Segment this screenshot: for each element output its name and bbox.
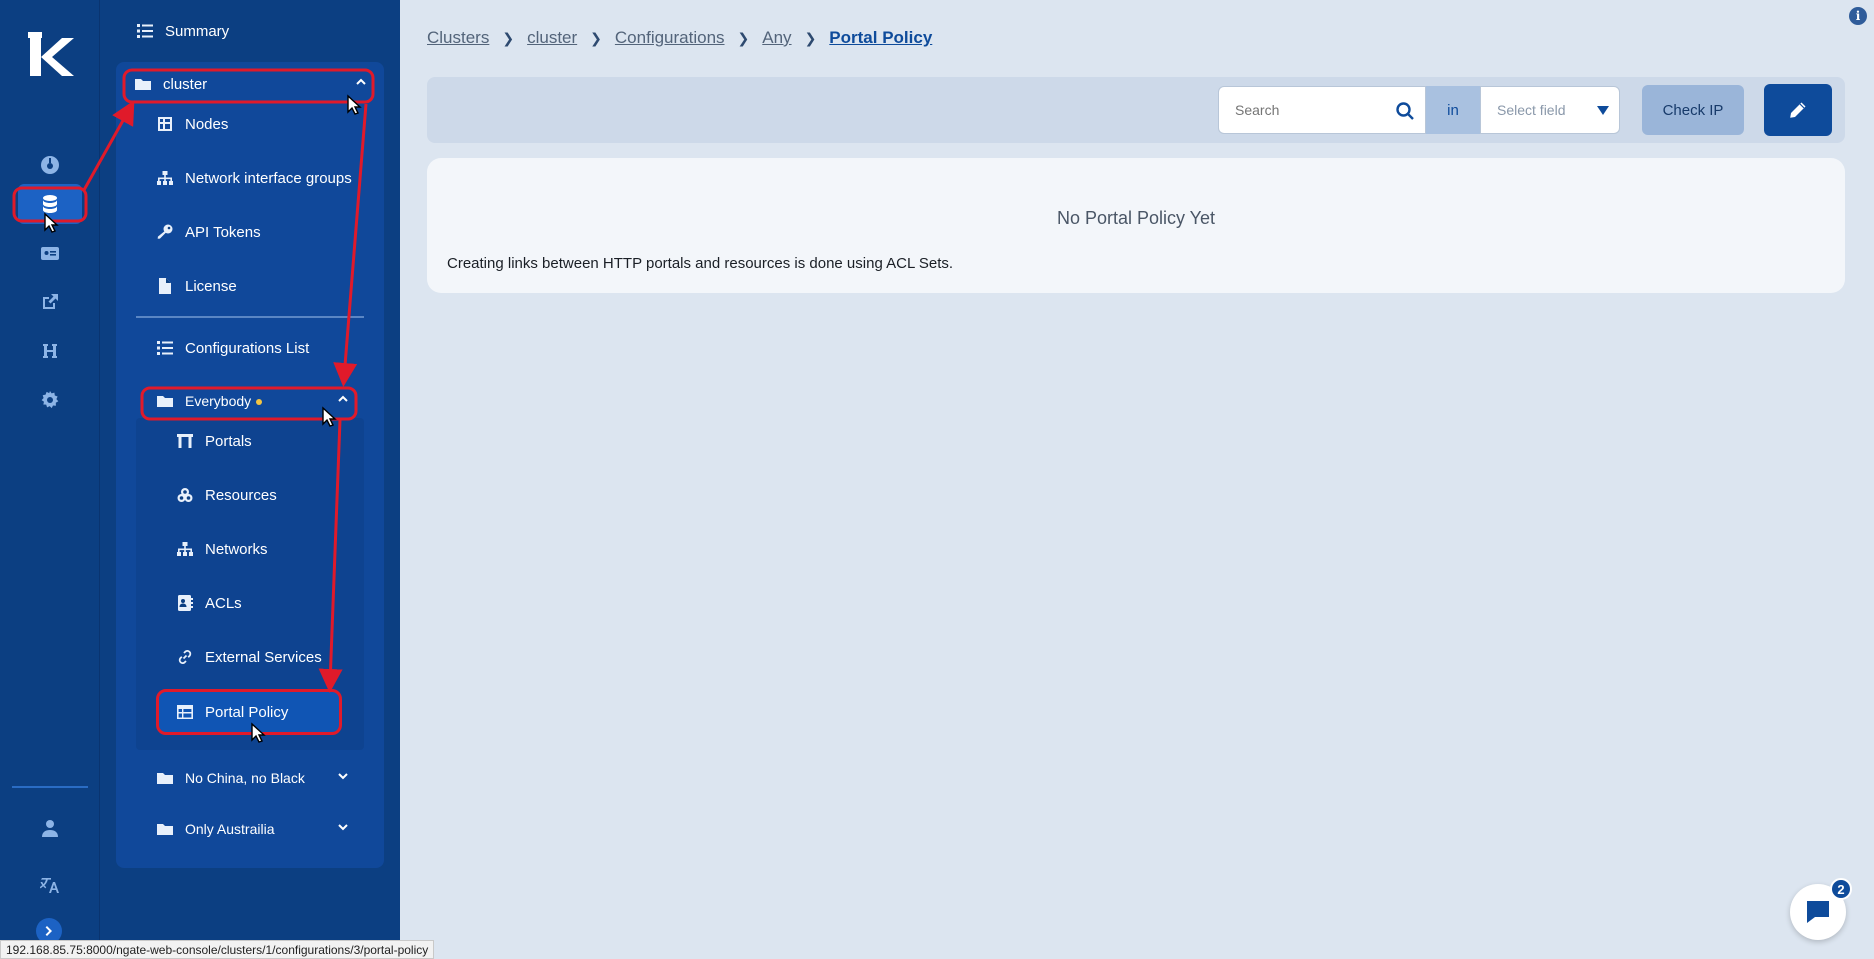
chat-badge: 2 xyxy=(1830,878,1852,900)
empty-state-title: No Portal Policy Yet xyxy=(1056,208,1216,228)
sidebar-group-cluster[interactable]: cluster xyxy=(134,67,378,101)
sidebar-item-label: Resources xyxy=(205,486,277,504)
chevron-right-icon: ❯ xyxy=(590,29,602,46)
sidebar-item-label: Portal Policy xyxy=(205,703,289,721)
breadcrumb-clusters[interactable]: Clusters xyxy=(427,28,489,48)
chevron-right-icon: ❯ xyxy=(737,29,750,46)
sidebar-item-label: Network interface groups xyxy=(185,169,352,187)
sidebar-item-networks[interactable]: Networks xyxy=(176,532,268,566)
list-icon xyxy=(136,22,154,40)
sidebar-group-label: Only Austrailia xyxy=(185,821,275,837)
dashboard-icon[interactable] xyxy=(18,145,82,185)
chevron-down-icon xyxy=(336,769,350,783)
network-icon xyxy=(156,169,174,187)
info-icon[interactable]: i xyxy=(1849,7,1867,25)
sidebar-item-resources[interactable]: Resources xyxy=(176,478,277,512)
breadcrumb-configurations[interactable]: Configurations xyxy=(615,28,725,48)
sidebar-item-label: External Services xyxy=(205,648,322,666)
chevron-down-icon xyxy=(336,820,350,834)
chat-button[interactable]: 2 xyxy=(1790,878,1852,940)
edit-button[interactable] xyxy=(1764,84,1832,136)
portal-icon xyxy=(176,432,194,450)
sidebar-group-no-china[interactable]: No China, no Black xyxy=(156,761,364,795)
folder-icon xyxy=(134,75,152,93)
sidebar-group-label: Everybody xyxy=(185,393,252,409)
sidebar-group-label: cluster xyxy=(163,75,208,93)
rail-divider xyxy=(12,786,88,788)
caret-down-icon xyxy=(1597,106,1609,115)
search-in-label: in xyxy=(1426,86,1480,134)
file-icon xyxy=(156,277,174,295)
search-box xyxy=(1218,86,1426,134)
search-icon[interactable] xyxy=(1395,101,1415,121)
status-bar-url: 192.168.85.75:8000/ngate-web-console/clu… xyxy=(0,940,435,959)
select-field-placeholder: Select field xyxy=(1497,102,1566,118)
select-field-dropdown[interactable]: Select field xyxy=(1480,86,1620,134)
chevron-right-icon: ❯ xyxy=(502,29,515,46)
cubes-icon xyxy=(176,486,194,504)
breadcrumb-any[interactable]: Any xyxy=(762,28,791,48)
sidebar-item-label: API Tokens xyxy=(185,223,261,241)
sidebar-item-api-tokens[interactable]: API Tokens xyxy=(156,215,261,249)
address-card-icon xyxy=(176,594,194,612)
gear-icon[interactable] xyxy=(18,380,82,420)
breadcrumb-cluster[interactable]: cluster xyxy=(527,28,577,48)
tree-divider xyxy=(136,316,364,318)
sidebar-item-external-services[interactable]: External Services xyxy=(176,640,322,674)
toolbar xyxy=(427,77,1845,143)
breadcrumb: Clusters ❯ cluster ❯ Configurations ❯ An… xyxy=(427,28,932,48)
sidebar-group-label: No China, no Black xyxy=(185,770,305,786)
sidebar-item-portals[interactable]: Portals xyxy=(176,424,252,458)
sidebar-item-label: Configurations List xyxy=(185,339,310,357)
unsaved-indicator-dot xyxy=(256,399,263,405)
sidebar-item-label: Nodes xyxy=(185,115,229,133)
empty-state-description: Creating links between HTTP portals and … xyxy=(447,255,954,272)
sidebar-item-label: License xyxy=(185,277,237,295)
sidebar-item-nodes[interactable]: Nodes xyxy=(156,107,228,141)
search-input[interactable] xyxy=(1235,102,1395,118)
network-icon xyxy=(176,540,194,558)
sidebar-item-network-interface-groups[interactable]: Network interface groups xyxy=(156,161,352,195)
key-icon xyxy=(156,223,174,241)
link-icon xyxy=(176,648,194,666)
check-ip-button[interactable]: Check IP xyxy=(1642,85,1744,135)
sidebar-item-configurations-list[interactable]: Configurations List xyxy=(156,331,309,365)
sidebar-group-everybody[interactable]: Everybody xyxy=(156,384,364,418)
external-link-icon[interactable] xyxy=(18,282,82,322)
sidebar-item-label: Networks xyxy=(205,540,268,558)
chat-icon xyxy=(1807,901,1829,923)
sidebar-item-label: Summary xyxy=(165,22,230,40)
breadcrumb-portal-policy[interactable]: Portal Policy xyxy=(829,28,932,48)
chevron-up-icon xyxy=(354,75,368,89)
folder-icon xyxy=(156,769,174,787)
list-icon xyxy=(156,339,174,357)
empty-state-card: No Portal Policy Yet Creating links betw… xyxy=(427,158,1845,293)
id-card-icon[interactable] xyxy=(18,233,82,273)
sidebar-item-label: ACLs xyxy=(205,594,242,612)
sidebar-item-portal-policy[interactable]: Portal Policy xyxy=(176,695,288,729)
grid-icon xyxy=(156,115,174,133)
folder-icon xyxy=(156,820,174,838)
pencil-icon xyxy=(1790,102,1806,118)
folder-icon xyxy=(156,392,174,410)
user-icon[interactable] xyxy=(18,808,82,848)
translate-icon[interactable] xyxy=(18,864,82,904)
chevron-up-icon xyxy=(336,392,350,406)
database-icon[interactable] xyxy=(18,184,82,224)
table-icon xyxy=(176,703,194,721)
chevron-right-icon: ❯ xyxy=(804,29,817,46)
sidebar-item-summary[interactable]: Summary xyxy=(136,14,229,48)
sidebar-item-acls[interactable]: ACLs xyxy=(176,586,242,620)
sidebar-item-label: Portals xyxy=(205,432,252,450)
heading-h-icon[interactable] xyxy=(18,331,82,371)
app-logo[interactable] xyxy=(28,32,78,82)
side-panel: Summary cluster Nodes Network interface … xyxy=(100,0,400,959)
sidebar-item-license[interactable]: License xyxy=(156,269,237,303)
icon-rail xyxy=(0,0,100,959)
sidebar-group-only-austrailia[interactable]: Only Austrailia xyxy=(156,812,364,846)
